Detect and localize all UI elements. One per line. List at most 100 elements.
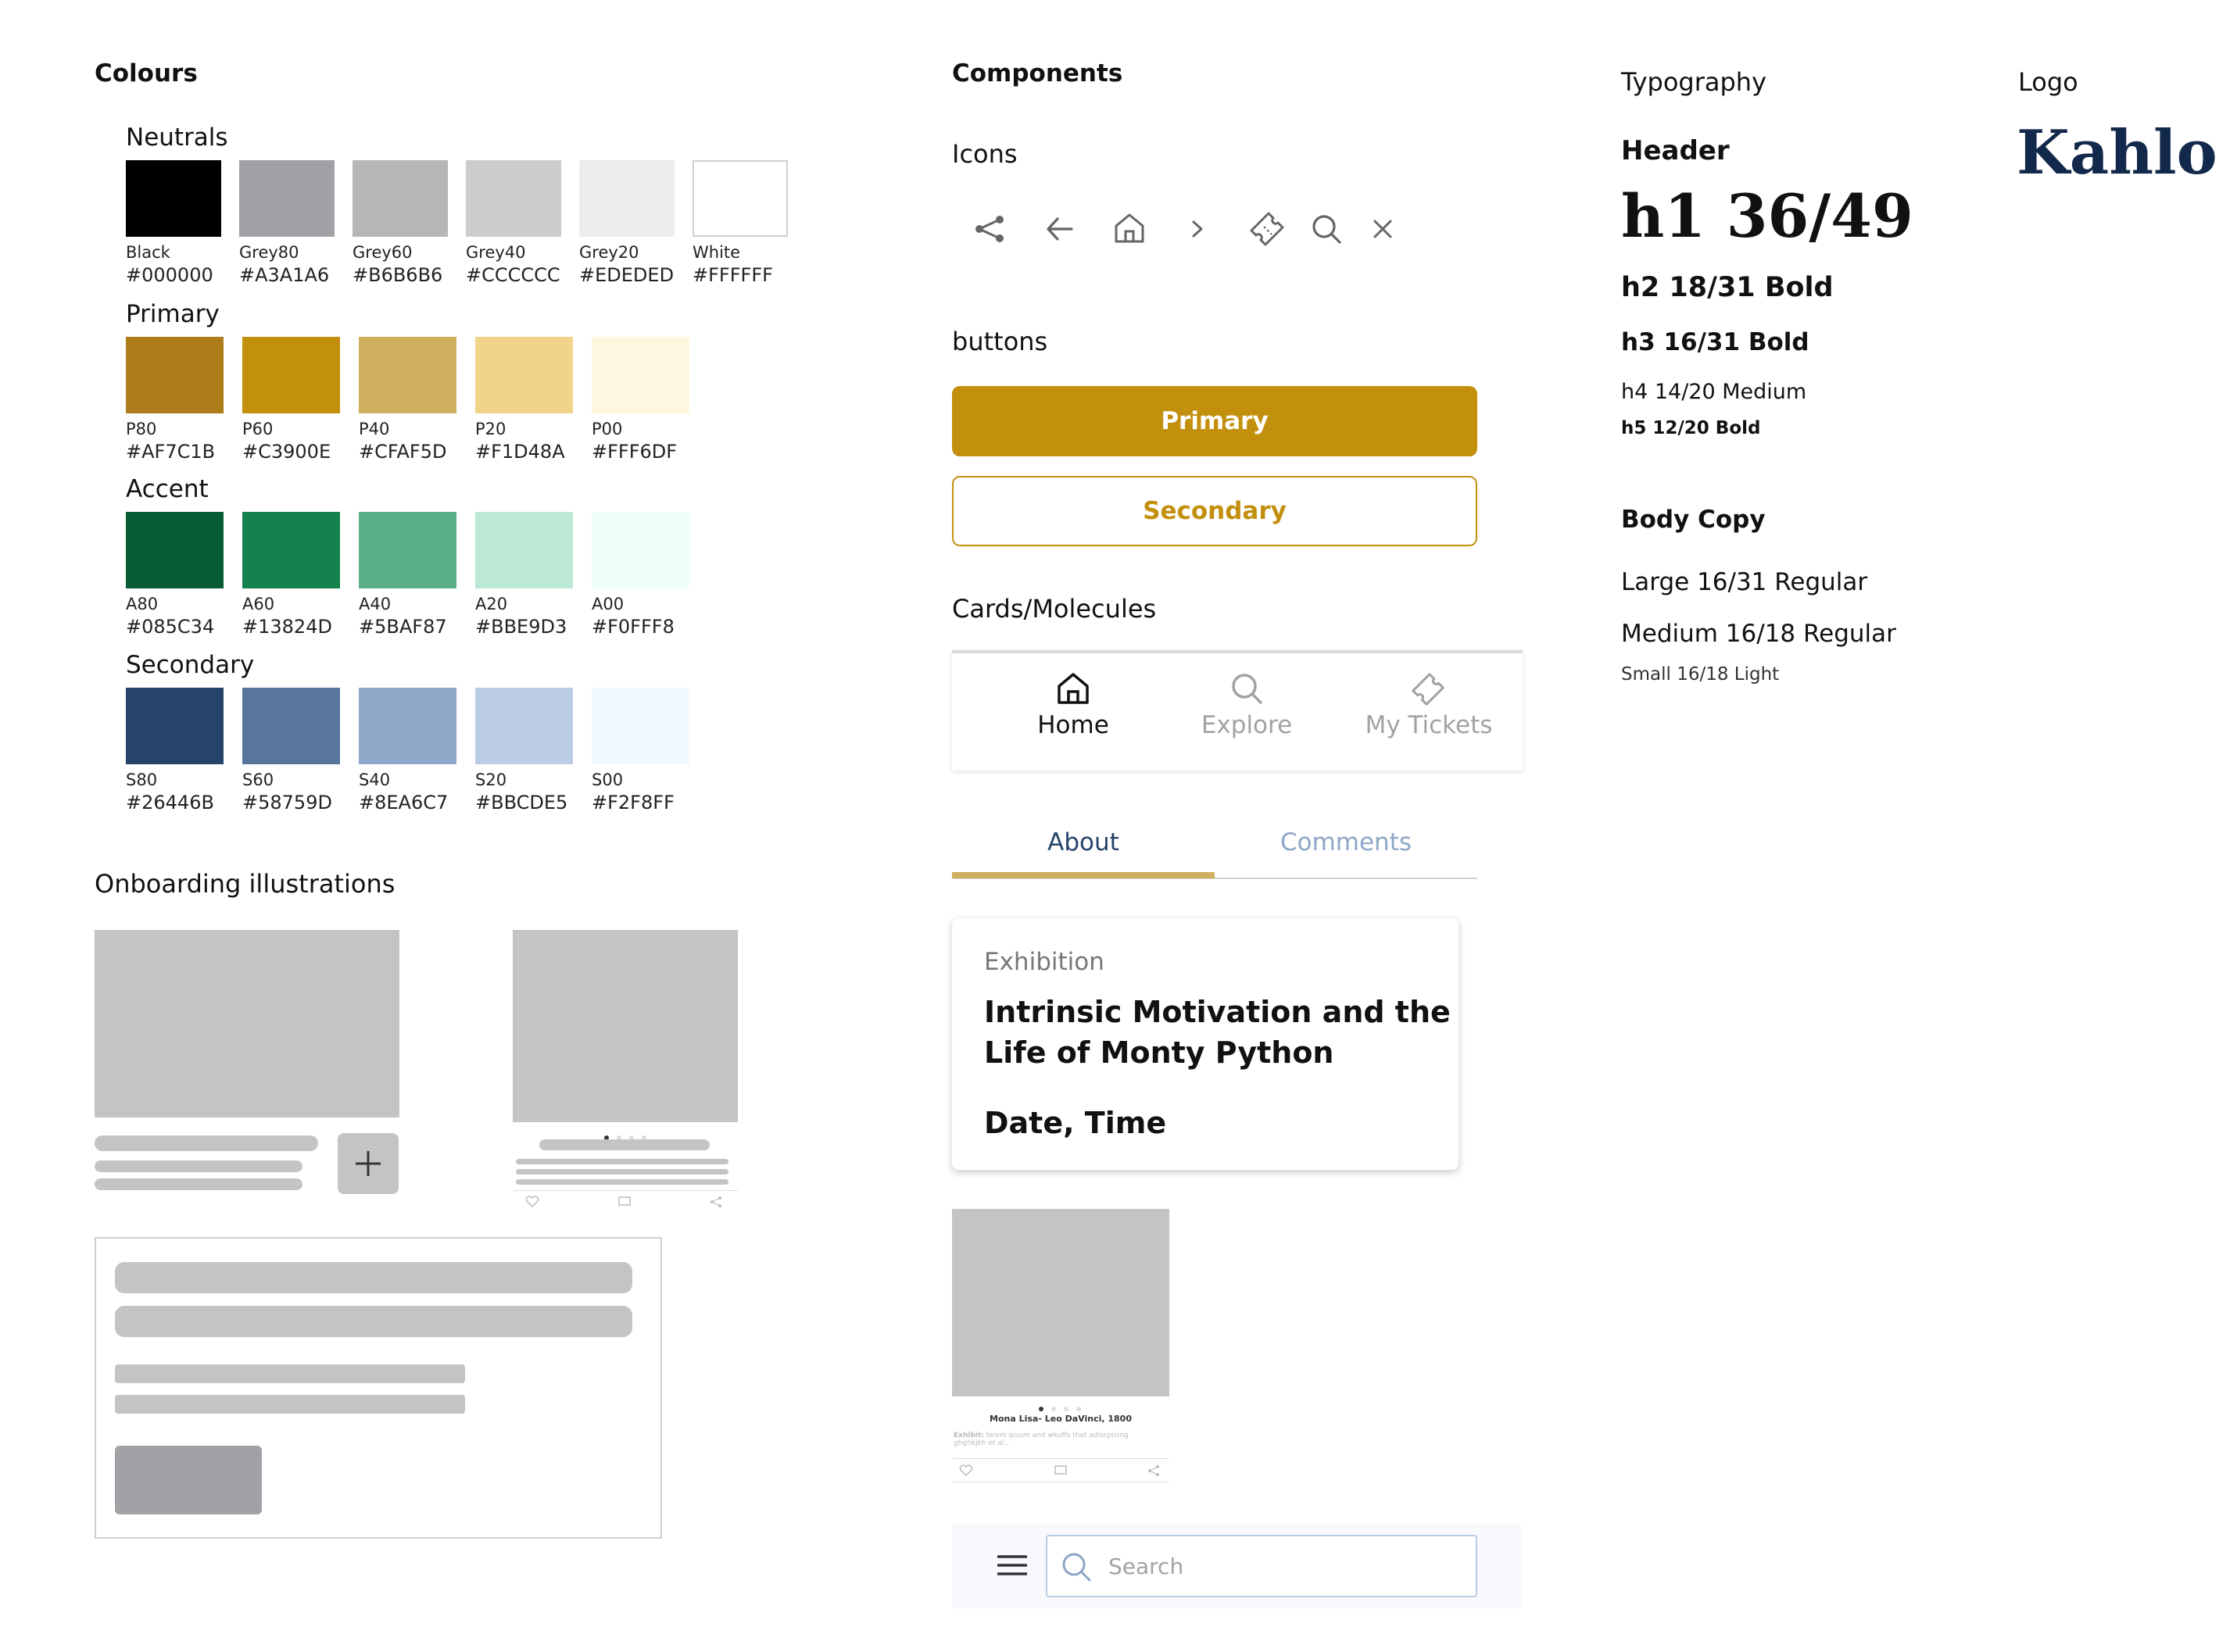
swatch-name: S60 <box>242 771 274 789</box>
swatch-hex: #CFAF5D <box>359 441 447 463</box>
colour-swatch <box>475 512 573 588</box>
colour-swatch <box>592 337 689 413</box>
swatch-hex: #C3900E <box>242 441 331 463</box>
share-icon <box>710 1196 722 1208</box>
typography-title: Typography <box>1621 67 1766 97</box>
header-label: Header <box>1621 135 1730 166</box>
colour-swatch <box>242 337 340 413</box>
home-icon <box>1058 673 1089 704</box>
swatch-hex: #FFF6DF <box>592 441 678 463</box>
chevron-right-icon[interactable] <box>1184 216 1211 242</box>
home-icon[interactable] <box>1112 211 1147 245</box>
swatch-name: White <box>693 243 741 262</box>
colour-group-title: Primary <box>126 300 220 328</box>
body-copy-label: Body Copy <box>1621 506 1766 534</box>
onboarding-title: Onboarding illustrations <box>95 869 396 899</box>
tab-comments[interactable]: Comments <box>1215 828 1477 856</box>
tab-about[interactable]: About <box>952 828 1215 856</box>
event-category: Exhibition <box>984 948 1104 976</box>
colour-swatch <box>592 688 689 764</box>
secondary-button[interactable]: Secondary <box>952 476 1477 546</box>
artwork-description: Exhibit: lorem ipsum and wkuffs that adi… <box>954 1432 1129 1447</box>
swatch-hex: #085C34 <box>126 616 215 638</box>
swatch-name: S00 <box>592 771 624 789</box>
share-icon[interactable] <box>973 213 1006 245</box>
text-placeholder <box>516 1159 728 1164</box>
swatch-name: S20 <box>475 771 507 789</box>
colour-swatch <box>475 337 573 413</box>
swatch-name: A40 <box>359 595 392 613</box>
colour-group-title: Accent <box>126 475 209 503</box>
colour-swatch <box>359 688 456 764</box>
colour-swatch <box>126 688 224 764</box>
swatch-hex: #EDEDED <box>579 264 675 286</box>
hamburger-menu-icon[interactable] <box>996 1554 1029 1577</box>
swatch-hex: #F1D48A <box>475 441 565 463</box>
share-icon[interactable] <box>1147 1464 1160 1477</box>
event-card[interactable]: Exhibition Intrinsic Motivation and the … <box>952 918 1459 1170</box>
h3-sample: h3 16/31 Bold <box>1621 328 1809 356</box>
nav-label: My Tickets <box>1365 711 1493 739</box>
text-placeholder <box>516 1179 728 1185</box>
swatch-hex: #BBE9D3 <box>475 616 567 638</box>
buttons-label: buttons <box>952 327 1048 356</box>
swatch-hex: #F0FFF8 <box>592 616 675 638</box>
swatch-name: A20 <box>475 595 508 613</box>
swatch-name: S80 <box>126 771 158 789</box>
swatch-hex: #AF7C1B <box>126 441 216 463</box>
colour-swatch <box>126 512 224 588</box>
text-placeholder <box>95 1135 318 1151</box>
swatch-hex: #BBCDE5 <box>475 792 568 813</box>
search-icon[interactable] <box>1309 212 1344 246</box>
colour-swatch <box>239 160 335 237</box>
colour-swatch <box>475 688 573 764</box>
swatch-name: A80 <box>126 595 159 613</box>
swatch-name: P00 <box>592 420 623 438</box>
colour-group-title: Neutrals <box>126 123 228 152</box>
nav-item-home[interactable]: Home <box>999 670 1147 739</box>
tab-active-indicator <box>952 872 1215 878</box>
ticket-icon <box>1412 673 1444 706</box>
icons-label: Icons <box>952 139 1018 169</box>
colour-swatch <box>579 160 675 237</box>
search-bar: Search <box>952 1524 1521 1608</box>
ticket-icon[interactable] <box>1248 209 1287 249</box>
text-placeholder <box>539 1139 710 1150</box>
text-placeholder <box>115 1262 632 1293</box>
body-large-sample: Large 16/31 Regular <box>1621 568 1868 596</box>
swatch-name: P60 <box>242 420 274 438</box>
swatch-name: Grey60 <box>353 243 413 262</box>
swatch-hex: #13824D <box>242 616 332 638</box>
nav-label: Home <box>1037 711 1109 739</box>
colour-group-title: Secondary <box>126 651 255 679</box>
h4-sample: h4 14/20 Medium <box>1621 380 1807 404</box>
swatch-hex: #58759D <box>242 792 332 813</box>
arrow-left-icon[interactable] <box>1043 213 1076 245</box>
nav-item-my-tickets[interactable]: My Tickets <box>1335 670 1523 739</box>
event-datetime: Date, Time <box>984 1106 1167 1140</box>
swatch-name: Grey20 <box>579 243 639 262</box>
comment-icon[interactable] <box>1054 1464 1068 1477</box>
nav-item-explore[interactable]: Explore <box>1172 670 1321 739</box>
colour-swatch <box>353 160 448 237</box>
colour-swatch <box>592 512 689 588</box>
text-placeholder <box>516 1169 728 1175</box>
swatch-hex: #8EA6C7 <box>359 792 449 813</box>
search-input[interactable]: Search <box>1046 1535 1477 1597</box>
heart-icon[interactable] <box>959 1464 973 1477</box>
colour-swatch <box>126 160 221 237</box>
colour-swatch <box>359 337 456 413</box>
swatch-hex: #000000 <box>126 264 213 286</box>
primary-button[interactable]: Primary <box>952 386 1477 456</box>
swatch-name: P40 <box>359 420 390 438</box>
event-title-line2: Life of Monty Python <box>984 1035 1334 1070</box>
h5-sample: h5 12/20 Bold <box>1621 418 1761 438</box>
swatch-hex: #FFFFFF <box>693 264 773 286</box>
swatch-name: P20 <box>475 420 506 438</box>
h2-sample: h2 18/31 Bold <box>1621 272 1834 303</box>
artwork-caption: Mona Lisa- Leo DaVinci, 1800 <box>990 1414 1132 1424</box>
close-icon[interactable] <box>1369 216 1396 242</box>
text-placeholder <box>95 1178 302 1190</box>
components-title: Components <box>952 59 1123 88</box>
swatch-hex: #B6B6B6 <box>353 264 443 286</box>
